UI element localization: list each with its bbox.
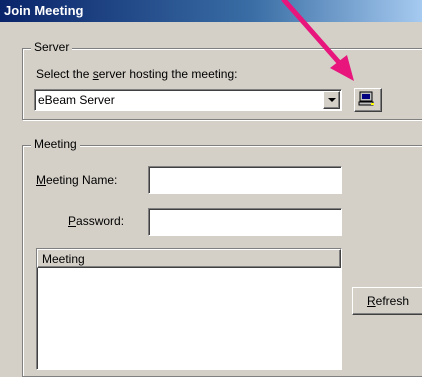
annotation-arrow-icon [281, 0, 354, 81]
